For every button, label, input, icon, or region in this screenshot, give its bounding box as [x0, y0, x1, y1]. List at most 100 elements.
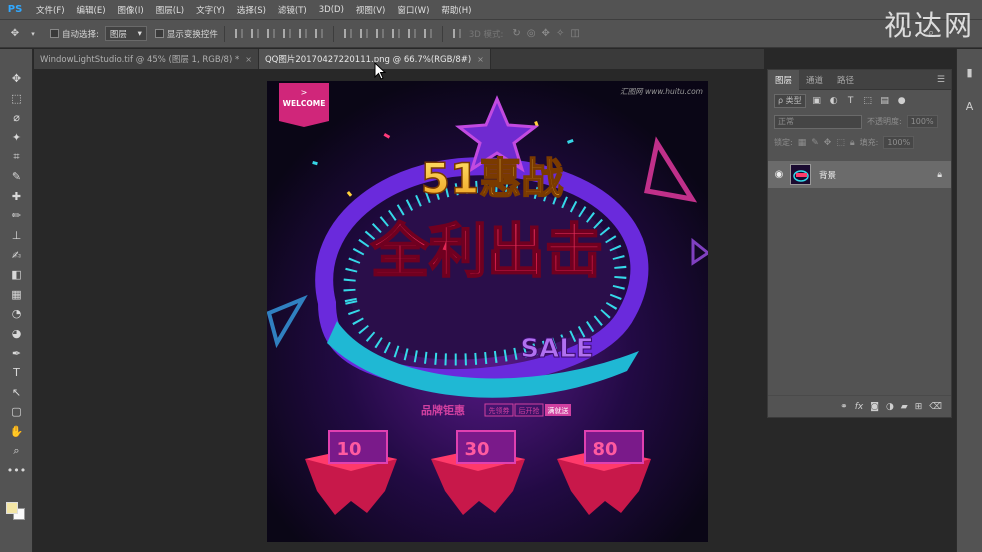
- distribute-left-icon[interactable]: [391, 29, 400, 38]
- show-transform-checkbox[interactable]: [154, 29, 164, 38]
- menu-select[interactable]: 选择(S): [231, 4, 272, 16]
- menu-view[interactable]: 视图(V): [350, 4, 391, 16]
- color-swatches[interactable]: [6, 498, 28, 522]
- close-icon[interactable]: ×: [245, 55, 252, 64]
- opacity-field[interactable]: 100%: [906, 115, 938, 128]
- layer-row-background[interactable]: ◉ 背景 🔒︎: [768, 161, 951, 188]
- distribute-bottom-icon[interactable]: [375, 29, 384, 38]
- menu-type[interactable]: 文字(Y): [190, 4, 231, 16]
- lock-artboard-icon[interactable]: ⬚: [836, 138, 845, 148]
- more-tools-icon[interactable]: •••: [0, 461, 33, 481]
- lock-label: 锁定:: [774, 138, 793, 147]
- smart-object-filter-icon[interactable]: ▤: [879, 96, 891, 106]
- history-brush-tool-icon[interactable]: ✍: [0, 245, 33, 265]
- move-tool-icon[interactable]: ✥: [8, 27, 22, 41]
- foreground-color-swatch[interactable]: [6, 502, 18, 514]
- tab-paths[interactable]: 路径: [830, 70, 861, 90]
- zoom-tool-icon[interactable]: ⌕: [0, 441, 33, 461]
- healing-tool-icon[interactable]: ✚: [0, 187, 33, 207]
- menu-filter[interactable]: 滤镜(T): [272, 4, 313, 16]
- tab-channels[interactable]: 通道: [799, 70, 830, 90]
- move-tool-icon[interactable]: ✥: [0, 69, 33, 89]
- marquee-tool-icon[interactable]: ⬚: [0, 89, 33, 109]
- coupon-value: 10: [336, 439, 361, 460]
- lasso-tool-icon[interactable]: ⌀: [0, 108, 33, 128]
- adjustment-layer-icon[interactable]: ◑: [886, 402, 894, 412]
- panel-icon[interactable]: ▮: [957, 61, 982, 83]
- lock-transparency-icon[interactable]: ▦: [798, 138, 807, 148]
- menu-window[interactable]: 窗口(W): [391, 4, 435, 16]
- 3d-pan-icon[interactable]: ✥: [542, 28, 550, 39]
- lock-pixels-icon[interactable]: ✎: [811, 138, 819, 148]
- divider: [223, 25, 225, 42]
- auto-select-value: 图层: [109, 29, 127, 40]
- character-panel-icon[interactable]: A: [957, 95, 982, 117]
- layer-mask-icon[interactable]: ◙: [870, 402, 879, 412]
- align-right-icon[interactable]: [314, 29, 323, 38]
- layers-panel-tabs: 图层 通道 路径 ☰: [768, 69, 951, 90]
- align-vcenter-icon[interactable]: [250, 29, 259, 38]
- blend-mode-dropdown[interactable]: 正常: [774, 114, 862, 129]
- align-hcenter-icon[interactable]: [298, 29, 307, 38]
- shape-tool-icon[interactable]: ▢: [0, 402, 33, 422]
- fx-icon[interactable]: fx: [855, 402, 864, 412]
- menu-bar: PS 文件(F) 编辑(E) 图像(I) 图层(L) 文字(Y) 选择(S) 滤…: [0, 0, 982, 20]
- menu-file[interactable]: 文件(F): [30, 4, 71, 16]
- hand-tool-icon[interactable]: ✋: [0, 422, 33, 442]
- document-canvas[interactable]: > WELCOME 汇图网 www.huitu.com 51惠战 全利出击 SA…: [267, 81, 708, 542]
- gradient-tool-icon[interactable]: ▦: [0, 285, 33, 305]
- chevron-down-icon[interactable]: ▾: [26, 27, 40, 41]
- 3d-scale-icon[interactable]: ◫: [570, 28, 579, 39]
- align-left-icon[interactable]: [282, 29, 291, 38]
- menu-layer[interactable]: 图层(L): [150, 4, 190, 16]
- filter-kind-dropdown[interactable]: ρ 类型: [774, 93, 806, 108]
- 3d-orbit-icon[interactable]: ↻: [512, 28, 520, 39]
- align-top-icon[interactable]: [234, 29, 243, 38]
- dodge-tool-icon[interactable]: ◕: [0, 324, 33, 344]
- path-select-tool-icon[interactable]: ↖: [0, 383, 33, 403]
- pen-tool-icon[interactable]: ✒: [0, 343, 33, 363]
- auto-select-dropdown[interactable]: 图层 ▾: [104, 26, 147, 41]
- search-icon[interactable]: ⌕: [928, 26, 934, 40]
- distribute-top-icon[interactable]: [343, 29, 352, 38]
- visibility-eye-icon[interactable]: ◉: [768, 169, 790, 180]
- align-bottom-icon[interactable]: [266, 29, 275, 38]
- auto-select-checkbox[interactable]: [50, 29, 59, 38]
- distribute-hcenter-icon[interactable]: [407, 29, 416, 38]
- lock-all-icon[interactable]: 🔒︎: [850, 138, 855, 148]
- filter-toggle-icon[interactable]: ●: [896, 96, 908, 106]
- 3d-roll-icon[interactable]: ◎: [527, 28, 536, 39]
- link-layers-icon[interactable]: ⚭: [840, 402, 848, 412]
- distribute-vcenter-icon[interactable]: [359, 29, 368, 38]
- blur-tool-icon[interactable]: ◔: [0, 304, 33, 324]
- svg-text:>: >: [301, 88, 308, 97]
- fill-field[interactable]: 100%: [883, 136, 915, 149]
- new-layer-icon[interactable]: ⊞: [915, 402, 923, 412]
- tab-window-light-studio[interactable]: WindowLightStudio.tif @ 45% (图层 1, RGB/8…: [34, 49, 259, 69]
- crop-tool-icon[interactable]: ⌗: [0, 147, 33, 167]
- menu-edit[interactable]: 编辑(E): [71, 4, 112, 16]
- delete-layer-icon[interactable]: ⌫: [929, 402, 942, 412]
- eyedropper-tool-icon[interactable]: ✎: [0, 167, 33, 187]
- panel-menu-icon[interactable]: ☰: [937, 75, 945, 85]
- menu-image[interactable]: 图像(I): [112, 4, 150, 16]
- menu-3d[interactable]: 3D(D): [313, 5, 350, 15]
- chevron-down-icon: ▾: [137, 28, 142, 39]
- shape-filter-icon[interactable]: ⬚: [862, 96, 874, 106]
- distribute-right-icon[interactable]: [423, 29, 432, 38]
- type-filter-icon[interactable]: T: [845, 96, 857, 106]
- menu-help[interactable]: 帮助(H): [435, 4, 477, 16]
- stamp-tool-icon[interactable]: ⊥: [0, 226, 33, 246]
- auto-align-icon[interactable]: [452, 29, 461, 38]
- brush-tool-icon[interactable]: ✏: [0, 206, 33, 226]
- image-filter-icon[interactable]: ▣: [811, 96, 823, 106]
- new-group-icon[interactable]: ▰: [901, 402, 908, 412]
- magic-wand-tool-icon[interactable]: ✦: [0, 128, 33, 148]
- eraser-tool-icon[interactable]: ◧: [0, 265, 33, 285]
- type-tool-icon[interactable]: T: [0, 363, 33, 383]
- 3d-slide-icon[interactable]: ✧: [556, 28, 564, 39]
- close-icon[interactable]: ×: [477, 55, 484, 64]
- lock-position-icon[interactable]: ✥: [824, 138, 832, 148]
- adjustment-filter-icon[interactable]: ◐: [828, 96, 840, 106]
- tab-layers[interactable]: 图层: [768, 69, 800, 90]
